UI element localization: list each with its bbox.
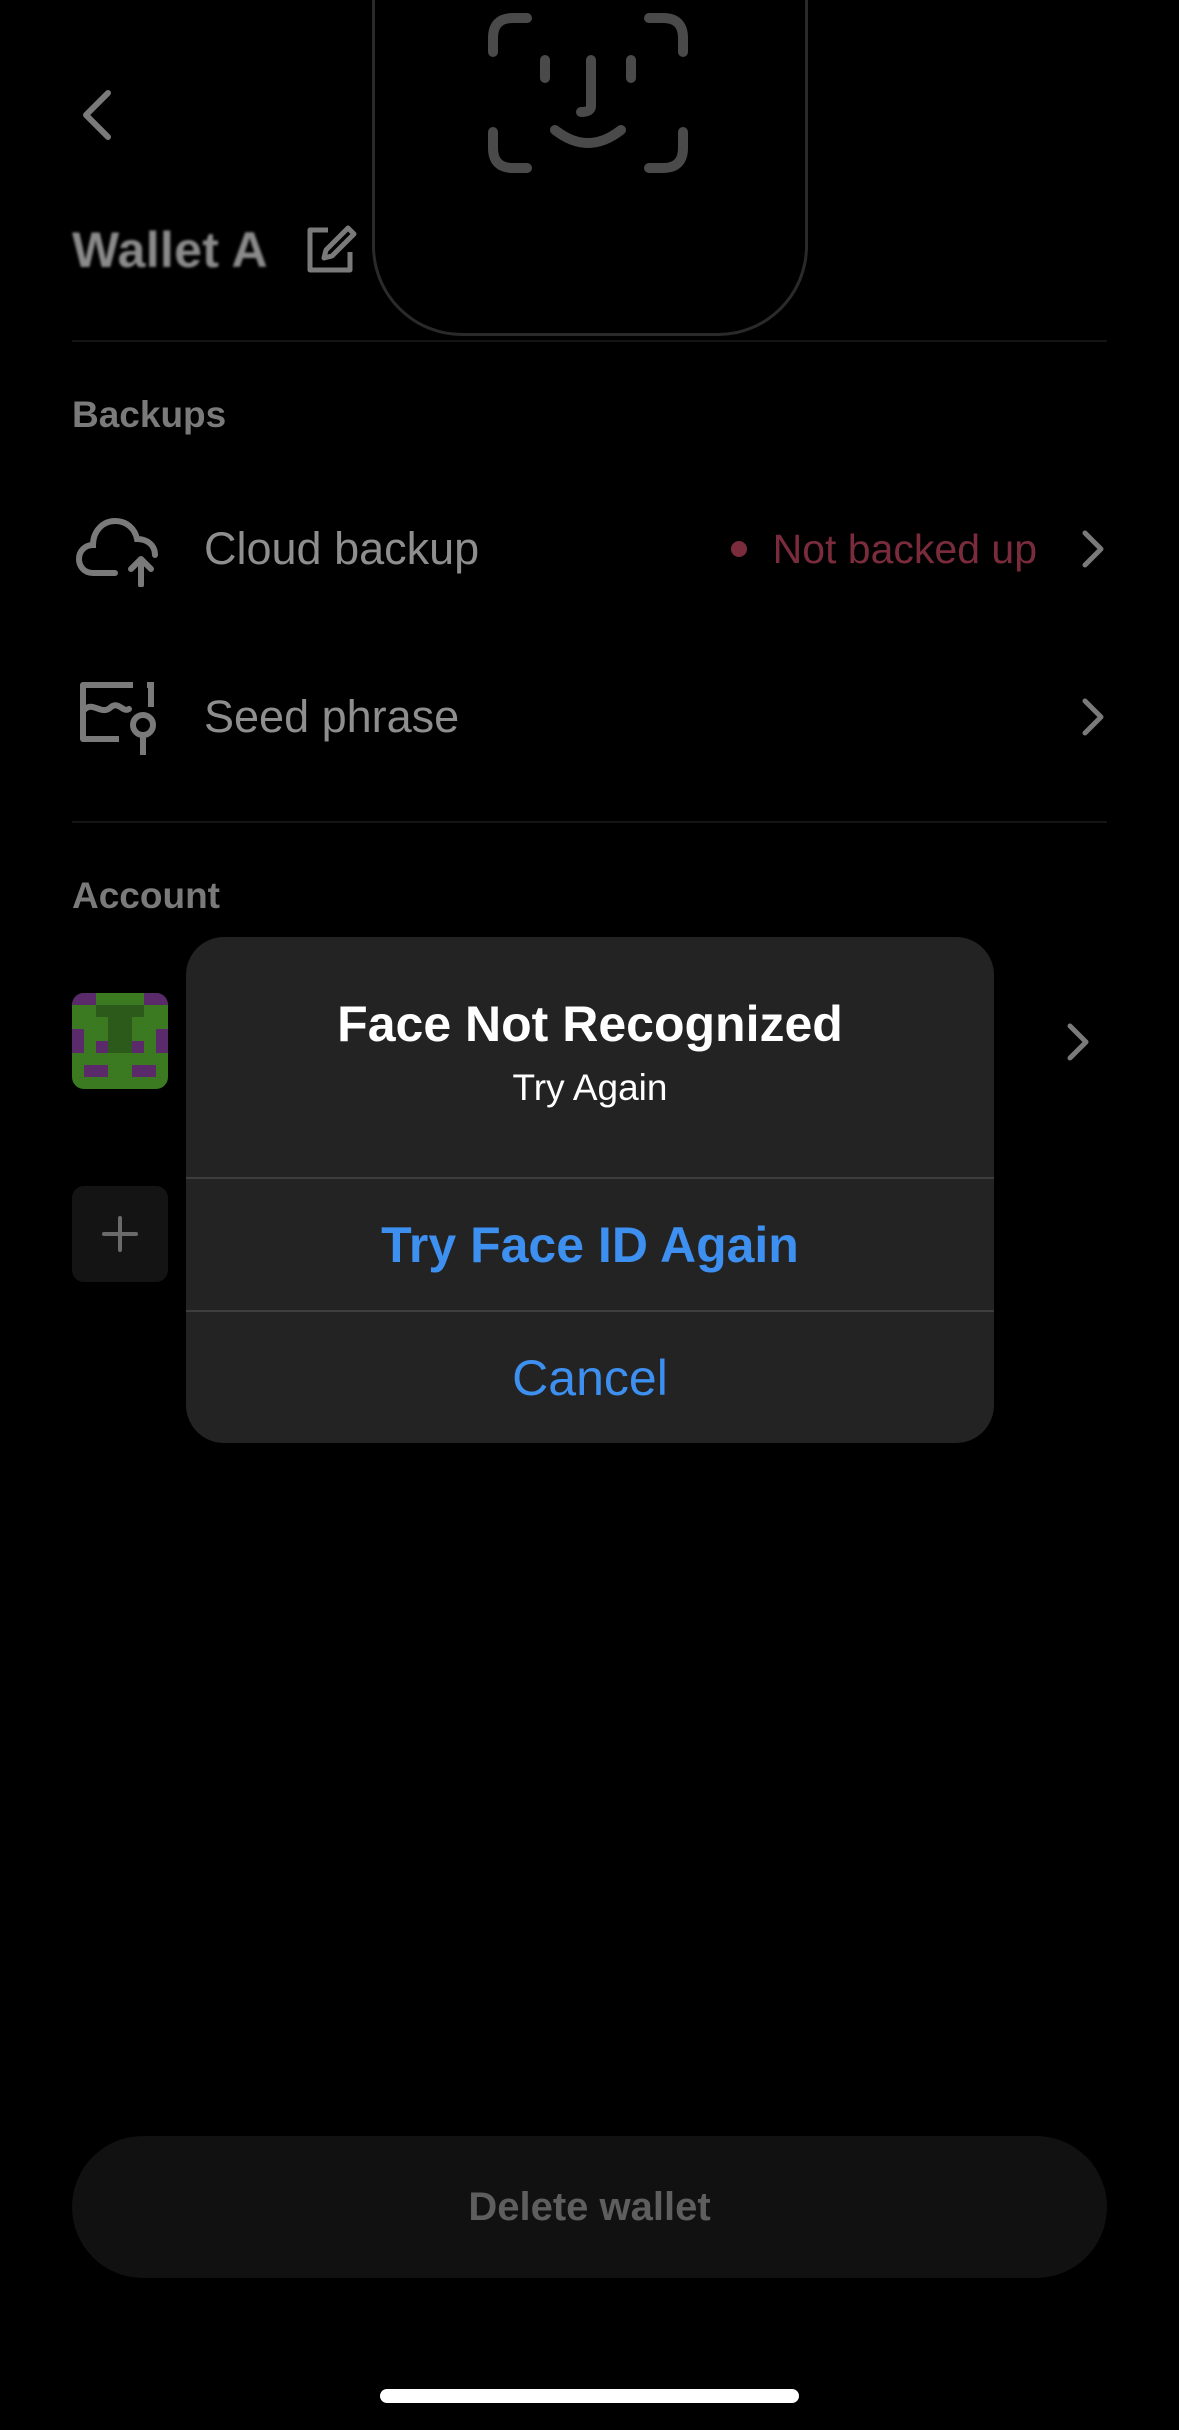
backups-section-label: Backups xyxy=(72,394,227,435)
seed-phrase-label: Seed phrase xyxy=(204,691,460,742)
status-text: Not backed up xyxy=(772,525,1037,572)
divider xyxy=(72,821,1107,823)
cancel-button[interactable]: Cancel xyxy=(186,1312,994,1443)
status-badge: Not backed up xyxy=(730,525,1037,573)
face-id-hud xyxy=(372,0,808,336)
face-id-icon xyxy=(488,13,688,173)
status-dot xyxy=(730,541,747,557)
divider xyxy=(72,340,1107,342)
cloud-backup-label: Cloud backup xyxy=(204,523,480,574)
chevron-right-icon xyxy=(1082,530,1104,568)
alert-title: Face Not Recognized xyxy=(337,996,843,1052)
seed-phrase-row[interactable]: Seed phrase xyxy=(72,662,1107,772)
plus-icon xyxy=(102,1216,138,1252)
chevron-left-icon[interactable] xyxy=(72,85,122,145)
alert-message: Try Again xyxy=(512,1067,668,1108)
wallet-title-row: Wallet A xyxy=(72,218,358,282)
face-id-alert: Face Not Recognized Try Again Try Face I… xyxy=(186,937,994,1443)
cloud-backup-row[interactable]: Cloud backup Not backed up xyxy=(72,494,1107,604)
wallet-title: Wallet A xyxy=(72,222,268,278)
seed-key-icon xyxy=(72,672,162,762)
avatar[interactable] xyxy=(72,993,168,1089)
chevron-right-icon[interactable] xyxy=(1062,1020,1092,1064)
account-section-label: Account xyxy=(72,875,220,916)
delete-wallet-button[interactable]: Delete wallet xyxy=(72,2136,1107,2278)
cloud-upload-icon xyxy=(72,504,162,594)
try-face-id-again-button[interactable]: Try Face ID Again xyxy=(186,1179,994,1311)
home-indicator[interactable] xyxy=(380,2389,799,2403)
chevron-right-icon xyxy=(1082,698,1104,736)
add-account-button[interactable] xyxy=(72,1186,168,1282)
edit-icon[interactable] xyxy=(302,222,358,278)
